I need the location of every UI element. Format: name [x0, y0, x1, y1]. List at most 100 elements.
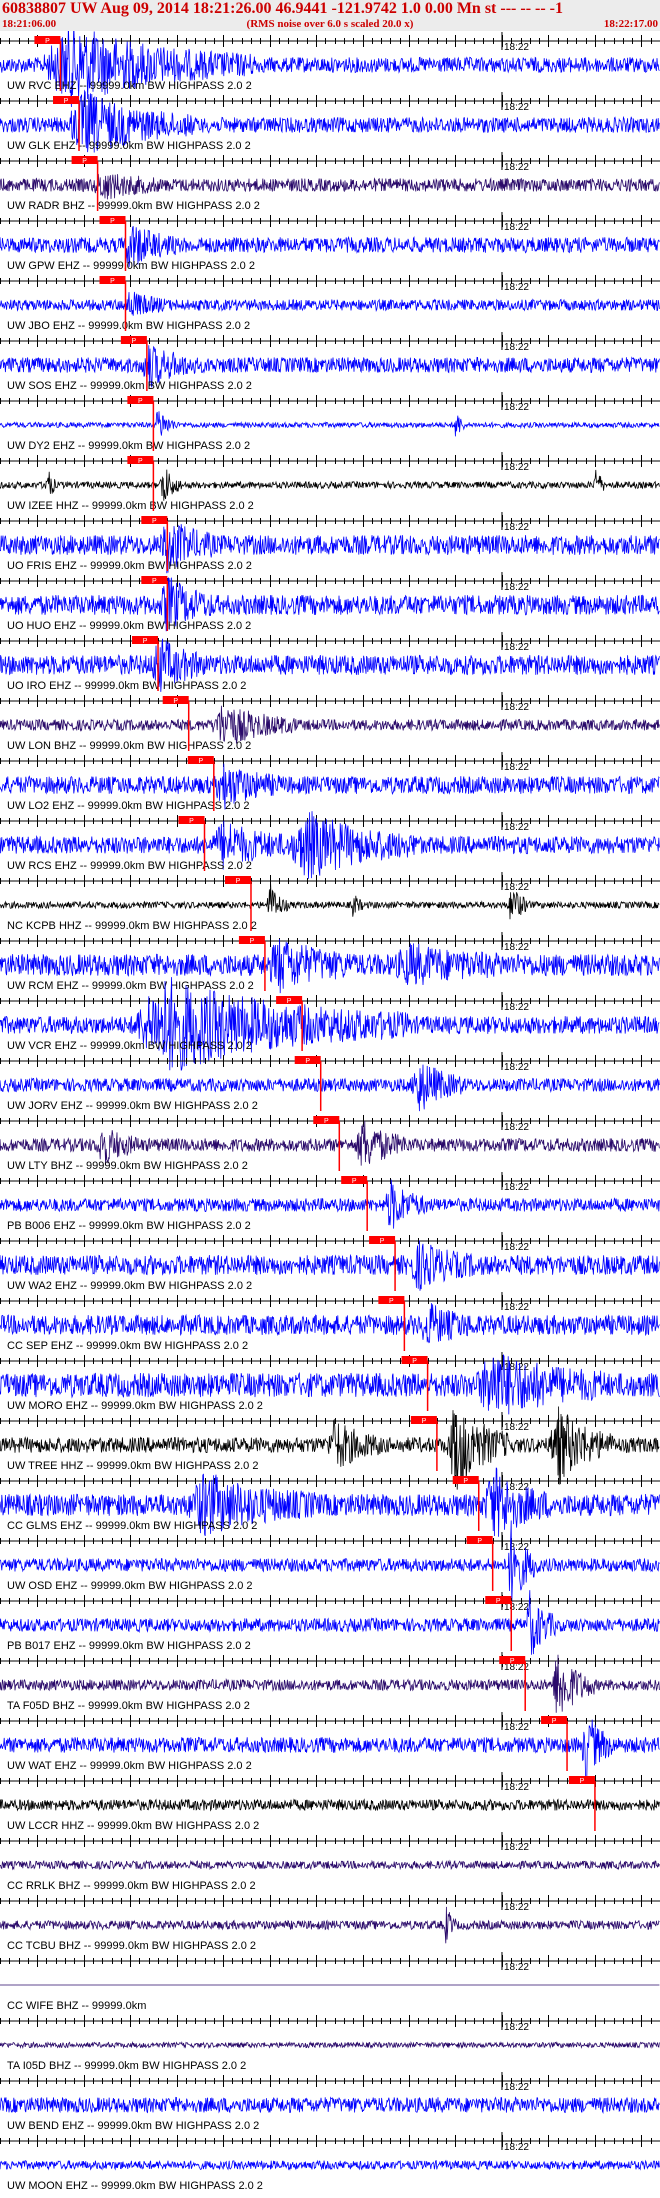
station-label: UW LCCR HHZ -- 99999.0km BW HIGHPASS 2.0…	[7, 1820, 259, 1832]
minute-label: 18:22	[504, 1122, 529, 1133]
minute-label: 18:22	[504, 42, 529, 53]
station-label: CC GLMS EHZ -- 99999.0km BW HIGHPASS 2.0…	[7, 1520, 257, 1532]
trace-row: 18:22 CC WIFE BHZ -- 99999.0km	[0, 1952, 660, 2012]
station-label: CC RRLK BHZ -- 99999.0km BW HIGHPASS 2.0…	[7, 1880, 256, 1892]
minute-label: 18:22	[504, 822, 529, 833]
pick-label: P	[138, 398, 143, 405]
trace-row: 18:22 UW TREE HHZ -- 99999.0km BW HIGHPAS…	[0, 1406, 660, 1490]
waveform-trace	[0, 411, 660, 437]
station-label: UW JORV EHZ -- 99999.0km BW HIGHPASS 2.0…	[7, 1100, 258, 1112]
trace-row: 18:22 TA I05D BHZ -- 99999.0km BW HIGHPAS…	[0, 2012, 660, 2072]
waveform-trace	[0, 1798, 660, 1812]
pick-label: P	[422, 1418, 427, 1425]
pick-label: P	[110, 218, 115, 225]
station-label: UW OSD EHZ -- 99999.0km BW HIGHPASS 2.0 …	[7, 1580, 253, 1592]
station-label: UW GLK EHZ -- 99999.0km BW HIGHPASS 2.0 …	[7, 140, 251, 152]
pick-label: P	[412, 1358, 417, 1365]
trace-row: 18:22 NC KCPB HHZ -- 99999.0km BW HIGHPAS…	[0, 872, 660, 932]
minute-label: 18:22	[504, 162, 529, 173]
minute-label: 18:22	[504, 1782, 529, 1793]
station-label: UW RVC EHZ -- 99999.0km BW HIGHPASS 2.0 …	[7, 80, 252, 92]
station-label: UW MOON EHZ -- 99999.0km BW HIGHPASS 2.0…	[7, 2180, 263, 2192]
pick-label: P	[580, 1778, 585, 1785]
trace-row: 18:22 PB B006 EHZ -- 99999.0km BW HIGHPAS…	[0, 1172, 660, 1232]
minute-label: 18:22	[504, 642, 529, 653]
trace-row: 18:22 CC SEP EHZ -- 99999.0km BW HIGHPASS…	[0, 1292, 660, 1352]
minute-label: 18:22	[504, 762, 529, 773]
trace-row: 18:22UW LO2 EHZ -- 99999.0km BW HIGHPASS…	[0, 752, 660, 812]
minute-label: 18:22	[504, 882, 529, 893]
minute-label: 18:22	[504, 942, 529, 953]
station-label: UW LTY BHZ -- 99999.0km BW HIGHPASS 2.0 …	[7, 1160, 248, 1172]
waveform-trace	[0, 1120, 660, 1166]
pick-label: P	[189, 818, 194, 825]
waveform-trace	[0, 1303, 660, 1344]
event-title: 60838807 UW Aug 09, 2014 18:21:26.00 46.…	[2, 0, 563, 17]
waveform-trace	[0, 469, 660, 501]
trace-row: 18:22 UW RCM EHZ -- 99999.0km BW HIGHPASS…	[0, 932, 660, 994]
seismogram-plot: 18:22 UW RVC EHZ -- 99999.0km BW HIGHPASS…	[0, 31, 660, 2192]
station-label: NC KCPB HHZ -- 99999.0km BW HIGHPASS 2.0…	[7, 920, 257, 932]
end-time: 18:22:17.00	[603, 18, 658, 30]
pick-label: P	[236, 878, 241, 885]
station-label: CC WIFE BHZ -- 99999.0km	[7, 2000, 146, 2012]
station-label: CC TCBU BHZ -- 99999.0km BW HIGHPASS 2.0…	[7, 1940, 256, 1952]
pick-label: P	[510, 1658, 515, 1665]
pick-label: P	[173, 698, 178, 705]
minute-label: 18:22	[504, 1902, 529, 1913]
minute-label: 18:22	[504, 402, 529, 413]
station-label: UW WAT EHZ -- 99999.0km BW HIGHPASS 2.0 …	[7, 1760, 252, 1772]
trace-row: 18:22UW OSD EHZ -- 99999.0km BW HIGHPASS…	[0, 1520, 660, 1604]
minute-label: 18:22	[504, 522, 529, 533]
minute-label: 18:22	[504, 2082, 529, 2093]
trace-row: 18:22 UO FRIS EHZ -- 99999.0km BW HIGHPAS…	[0, 512, 660, 574]
minute-label: 18:22	[504, 2142, 529, 2153]
station-label: UW SOS EHZ -- 99999.0km BW HIGHPASS 2.0 …	[7, 380, 252, 392]
trace-row: 18:22 UW BEND EHZ -- 99999.0km BW HIGHPAS…	[0, 2072, 660, 2132]
trace-row: 18:22 UW JORV EHZ -- 99999.0km BW HIGHPAS…	[0, 1052, 660, 1112]
minute-label: 18:22	[504, 1842, 529, 1853]
station-label: UW DY2 EHZ -- 99999.0km BW HIGHPASS 2.0 …	[7, 440, 250, 452]
station-label: TA F05D BHZ -- 99999.0km BW HIGHPASS 2.0…	[7, 1700, 250, 1712]
trace-row: 18:22PB B017 EHZ -- 99999.0km BW HIGHPAS…	[0, 1590, 660, 1655]
pick-label: P	[380, 1238, 385, 1245]
trace-row: 18:22 UW WAT EHZ -- 99999.0km BW HIGHPASS…	[0, 1712, 660, 1781]
trace-row: 18:22 UW RVC EHZ -- 99999.0km BW HIGHPASS…	[0, 31, 660, 108]
station-label: UW MORO EHZ -- 99999.0km BW HIGHPASS 2.0…	[7, 1400, 263, 1412]
minute-label: 18:22	[504, 222, 529, 233]
pick-label: P	[82, 158, 87, 165]
station-label: UW RCS EHZ -- 99999.0km BW HIGHPASS 2.0 …	[7, 860, 252, 872]
rms-note: (RMS noise over 6.0 s scaled 20.0 x)	[246, 18, 414, 30]
plot-header: 60838807 UW Aug 09, 2014 18:21:26.00 46.…	[0, 0, 660, 31]
waveform-trace	[0, 2096, 660, 2115]
waveform-trace	[0, 1906, 660, 1944]
pick-label: P	[463, 1478, 468, 1485]
pick-label: P	[352, 1178, 357, 1185]
pick-label: P	[250, 938, 255, 945]
minute-label: 18:22	[504, 702, 529, 713]
waveform-trace	[0, 173, 660, 200]
trace-row: 18:22 UW LTY BHZ -- 99999.0km BW HIGHPASS…	[0, 1112, 660, 1172]
pick-label: P	[389, 1298, 394, 1305]
trace-row: 18:22 UW SOS EHZ -- 99999.0km BW HIGHPASS…	[0, 332, 660, 392]
pick-label: P	[45, 38, 50, 45]
pick-label: P	[110, 278, 115, 285]
station-label: PB B017 EHZ -- 99999.0km BW HIGHPASS 2.0…	[7, 1640, 251, 1652]
trace-row: 18:22UW MORO EHZ -- 99999.0km BW HIGHPAS…	[0, 1352, 660, 1415]
trace-row: 18:22 UW WA2 EHZ -- 99999.0km BW HIGHPASS…	[0, 1232, 660, 1292]
pick-label: P	[287, 998, 292, 1005]
trace-row: 18:22 UW RADR BHZ -- 99999.0km BW HIGHPAS…	[0, 152, 660, 212]
station-label: TA I05D BHZ -- 99999.0km BW HIGHPASS 2.0…	[7, 2060, 246, 2072]
waveform-trace	[0, 31, 660, 108]
pick-label: P	[152, 518, 157, 525]
station-label: UW LON BHZ -- 99999.0km BW HIGHPASS 2.0 …	[7, 740, 251, 752]
waveform-trace	[0, 705, 660, 744]
station-label: UO FRIS EHZ -- 99999.0km BW HIGHPASS 2.0…	[7, 560, 252, 572]
station-label: CC SEP EHZ -- 99999.0km BW HIGHPASS 2.0 …	[7, 1340, 248, 1352]
minute-label: 18:22	[504, 462, 529, 473]
minute-label: 18:22	[504, 282, 529, 293]
minute-label: 18:22	[504, 1422, 529, 1433]
trace-row: 18:22CC GLMS EHZ -- 99999.0km BW HIGHPAS…	[0, 1467, 660, 1537]
station-label: UW GPW EHZ -- 99999.0km BW HIGHPASS 2.0 …	[7, 260, 255, 272]
minute-label: 18:22	[504, 1962, 529, 1973]
